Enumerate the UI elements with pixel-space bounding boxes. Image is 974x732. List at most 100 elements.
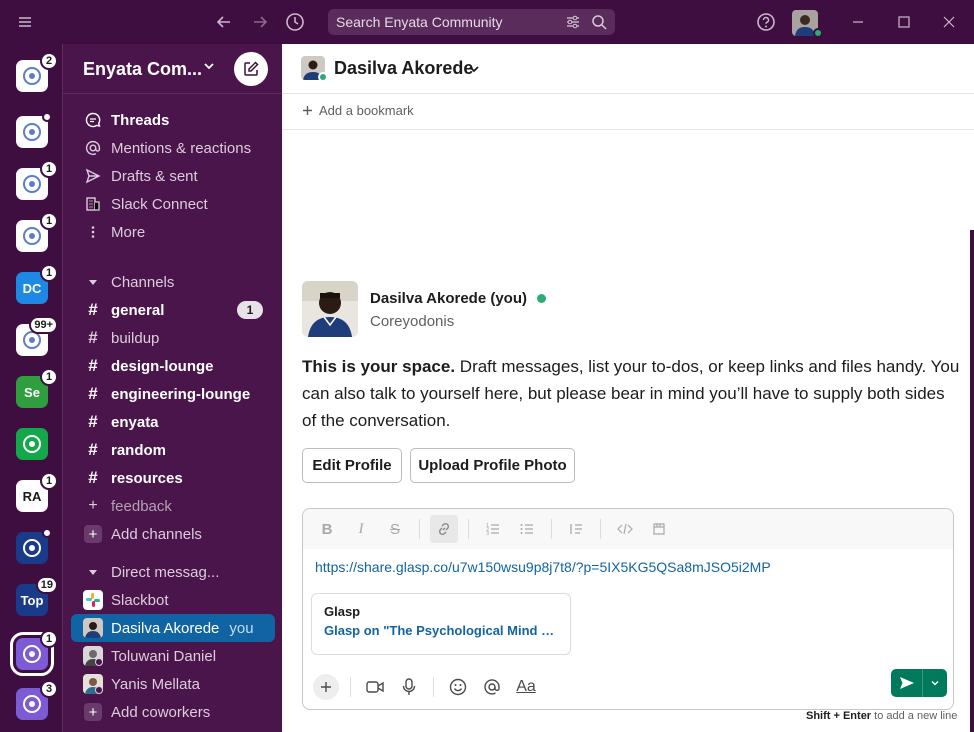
sidebar-item-dm-toluwani[interactable]: Toluwani Daniel: [71, 642, 275, 670]
italic-icon[interactable]: I: [347, 515, 375, 543]
composer-hint: Shift + Enter to add a new line: [806, 710, 957, 722]
maximize-window-icon[interactable]: [892, 10, 916, 34]
sidebar-item-label: More: [111, 223, 146, 241]
window-edge: [970, 230, 974, 732]
workspace-icon[interactable]: 99+: [16, 316, 58, 356]
more-vertical-icon: [83, 222, 103, 242]
hamburger-menu-icon[interactable]: [13, 10, 37, 34]
sidebar-channel-resources[interactable]: # resources: [71, 464, 275, 492]
text-format-icon[interactable]: Aa: [513, 674, 539, 700]
sidebar-channel-general[interactable]: # general 1: [71, 296, 275, 324]
help-icon[interactable]: [754, 10, 778, 34]
link-preview-description[interactable]: Glasp on "The Psychological Mind Tric...: [324, 623, 558, 638]
video-camera-icon[interactable]: [362, 674, 388, 700]
minimize-window-icon[interactable]: [846, 10, 870, 34]
sidebar-item-slack-connect[interactable]: Slack Connect: [71, 190, 275, 218]
sidebar-channel-enyata[interactable]: # enyata: [71, 408, 275, 436]
message-composer: B I S 123 https://share.glasp.co/u7w150w…: [302, 508, 954, 710]
forward-arrow-icon[interactable]: [248, 10, 272, 34]
sidebar-item-slackbot[interactable]: Slackbot: [71, 586, 275, 614]
add-bookmark-button[interactable]: Add a bookmark: [302, 103, 414, 118]
search-filter-icon[interactable]: [565, 14, 581, 30]
channel-name: random: [111, 441, 167, 459]
sidebar-channel-random[interactable]: # random: [71, 436, 275, 464]
sidebar-item-more[interactable]: More: [71, 218, 275, 246]
hash-icon: #: [88, 412, 98, 431]
chevron-down-icon[interactable]: [468, 63, 480, 75]
workspace-icon[interactable]: 1: [16, 160, 58, 200]
hint-keys: Shift + Enter: [806, 710, 872, 722]
microphone-icon[interactable]: [396, 674, 422, 700]
edit-profile-button[interactable]: Edit Profile: [302, 448, 402, 483]
send-button[interactable]: [891, 669, 923, 697]
channel-name: resources: [111, 469, 183, 487]
workspace-icon[interactable]: 1: [16, 212, 58, 252]
workspace-icon[interactable]: [16, 428, 48, 460]
add-channels-button[interactable]: + Add channels: [71, 520, 275, 548]
workspace-icon[interactable]: 3: [16, 680, 58, 720]
workspace-icon[interactable]: Top 19: [16, 576, 58, 616]
send-options-button[interactable]: [923, 669, 947, 697]
sidebar-channel-design-lounge[interactable]: # design-lounge: [71, 352, 275, 380]
back-arrow-icon[interactable]: [212, 10, 236, 34]
compose-button[interactable]: [234, 52, 268, 86]
blockquote-icon[interactable]: [562, 515, 590, 543]
chevron-down-icon[interactable]: [203, 60, 215, 72]
bulleted-list-icon[interactable]: [513, 515, 541, 543]
title-bar: Search Enyata Community: [0, 0, 974, 44]
profile-photo[interactable]: [302, 281, 358, 337]
hash-icon: #: [88, 356, 98, 375]
sidebar-item-dm-self[interactable]: Dasilva Akorede you: [71, 614, 275, 642]
intro-lead: This is your space.: [302, 357, 456, 376]
upload-profile-photo-button[interactable]: Upload Profile Photo: [410, 448, 575, 483]
workspace-icon[interactable]: RA 1: [16, 472, 58, 512]
sidebar-channel-feedback[interactable]: + feedback: [71, 492, 275, 520]
add-coworkers-button[interactable]: + Add coworkers: [71, 698, 275, 726]
channel-title[interactable]: Dasilva Akorede: [334, 58, 473, 79]
workspace-icon[interactable]: DC 1: [16, 264, 58, 304]
message-input-text[interactable]: https://share.glasp.co/u7w150wsu9p8j7t8/…: [315, 559, 771, 575]
mention-at-icon[interactable]: [479, 674, 505, 700]
ordered-list-icon[interactable]: 123: [479, 515, 507, 543]
compose-icon: [244, 61, 259, 76]
unread-badge: 1: [40, 160, 58, 178]
workspace-icon[interactable]: 1: [10, 630, 58, 676]
strikethrough-icon[interactable]: S: [381, 515, 409, 543]
link-icon[interactable]: [430, 515, 458, 543]
sidebar-channel-buildup[interactable]: # buildup: [71, 324, 275, 352]
sidebar-item-threads[interactable]: Threads: [71, 106, 275, 134]
sidebar-item-mentions[interactable]: Mentions & reactions: [71, 134, 275, 162]
code-block-icon[interactable]: [645, 515, 673, 543]
link-preview-card[interactable]: Glasp Glasp on "The Psychological Mind T…: [311, 593, 571, 655]
sidebar-item-label: Slackbot: [111, 591, 169, 609]
dm-section-header[interactable]: Direct messag...: [71, 558, 275, 586]
bold-icon[interactable]: B: [313, 515, 341, 543]
sidebar: Enyata Com... Threads Mentions & reactio…: [62, 44, 283, 732]
channels-section-header[interactable]: Channels: [71, 268, 275, 296]
code-icon[interactable]: [611, 515, 639, 543]
main-pane: Dasilva Akorede Add a bookmark Dasilva A…: [282, 44, 974, 732]
unread-badge: 2: [40, 52, 58, 70]
emoji-icon[interactable]: [445, 674, 471, 700]
workspace-icon[interactable]: [16, 528, 52, 564]
sidebar-item-drafts[interactable]: Drafts & sent: [71, 162, 275, 190]
workspace-icon[interactable]: 2: [16, 52, 58, 92]
channel-name: feedback: [111, 497, 172, 515]
search-bar[interactable]: Search Enyata Community: [328, 9, 615, 35]
sidebar-item-dm-yanis[interactable]: Yanis Mellata: [71, 670, 275, 698]
close-window-icon[interactable]: [937, 10, 961, 34]
sidebar-channel-engineering-lounge[interactable]: # engineering-lounge: [71, 380, 275, 408]
workspace-header[interactable]: Enyata Com...: [63, 44, 283, 94]
plus-icon: +: [88, 497, 98, 514]
online-status-dot: [813, 28, 823, 38]
workspace-name[interactable]: Enyata Com...: [83, 59, 208, 80]
workspace-icon[interactable]: Se 1: [16, 368, 58, 408]
attach-plus-icon[interactable]: [313, 674, 339, 700]
text-format-label: Aa: [516, 678, 536, 695]
add-bookmark-label: Add a bookmark: [319, 103, 414, 118]
sidebar-item-label: Toluwani Daniel: [111, 647, 217, 665]
workspace-icon[interactable]: [16, 112, 52, 148]
history-clock-icon[interactable]: [283, 10, 307, 34]
search-icon[interactable]: [591, 14, 607, 30]
channel-name: engineering-lounge: [111, 385, 251, 403]
